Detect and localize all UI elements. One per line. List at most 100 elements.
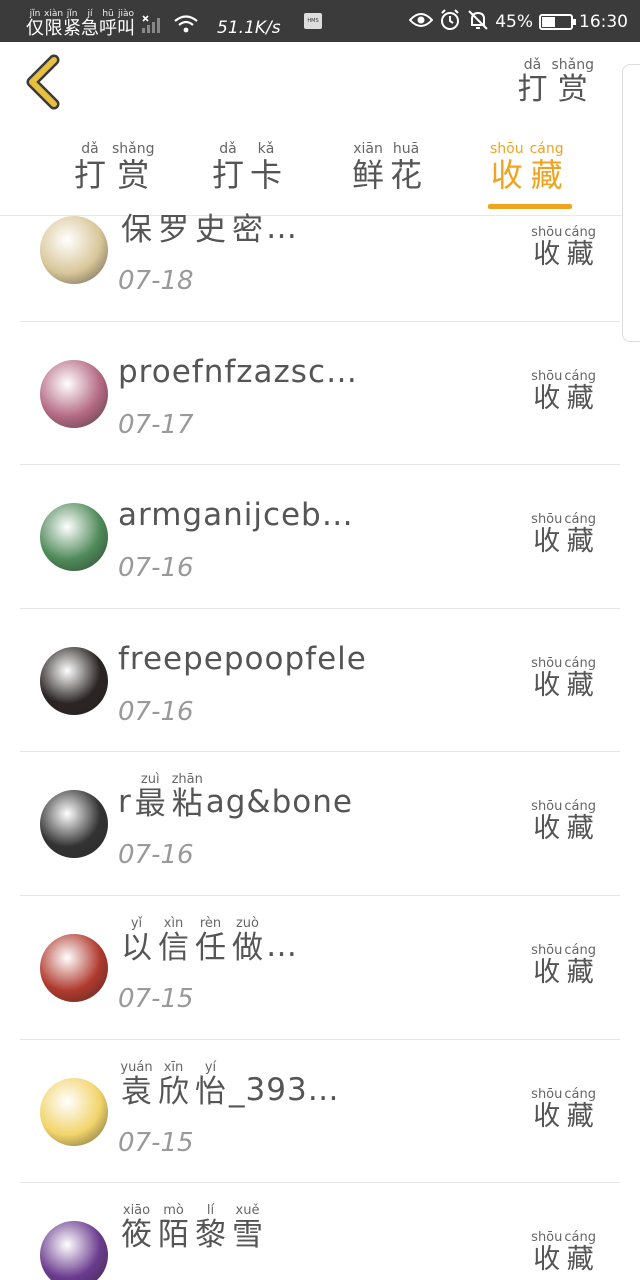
hanzi-label: 收 (533, 382, 561, 414)
list-item[interactable]: armganijceb… 07-16 shōu 收 cáng 藏 (0, 465, 640, 609)
name-text: _393… (229, 1071, 340, 1108)
hanzi-label: 保 (121, 212, 152, 248)
avatar[interactable] (40, 933, 108, 1002)
carrier-char: xiàn 限 (44, 10, 63, 38)
hanzi-label: 密 (232, 212, 263, 248)
chevron-left-icon (26, 54, 60, 110)
name-char: rèn 任 (192, 917, 229, 964)
status-char: shōu 收 (531, 226, 562, 268)
list-item[interactable]: freepepoopfele 07-16 shōu 收 cáng 藏 (0, 609, 640, 753)
name-char: 罗 (155, 199, 192, 246)
name-text: … (266, 927, 298, 964)
status-char: cáng 藏 (564, 226, 596, 268)
hanzi-label: 袁 (121, 1073, 152, 1110)
hanzi-label: 藏 (566, 669, 594, 701)
name-char: mò 陌 (155, 1204, 192, 1251)
hanzi-label: 紧 (63, 18, 82, 39)
name-text: r (118, 784, 132, 821)
header: dǎ 打 shǎng 赏 (0, 42, 640, 130)
hanzi-label: 急 (81, 18, 100, 39)
battery-icon (539, 14, 576, 30)
hanzi-label: 收 (533, 526, 561, 558)
user-name: proefnfzazsc… (118, 344, 358, 390)
clock: 16:30 (579, 12, 628, 32)
user-name: 保罗史密… (118, 200, 298, 246)
list-item[interactable]: proefnfzazsc… 07-17 shōu 收 cáng 藏 (0, 322, 640, 466)
list-item[interactable]: yuán 袁 xīn 欣 yí 怡 _393… 07-15 shōu 收 cáng 藏 (0, 1040, 640, 1184)
item-date: 07-16 (118, 696, 194, 727)
name-char: yí 怡 (192, 1061, 229, 1108)
item-date: 07-16 (118, 840, 194, 871)
avatar[interactable] (40, 646, 108, 715)
status-char: cáng 藏 (564, 1231, 596, 1273)
favorites-list: 保罗史密… 07-18 shōu 收 cáng 藏 proefnfzazsc… 07-17 sh… (0, 178, 640, 1280)
hanzi-label: 欣 (158, 1073, 189, 1110)
item-date: 07-18 (118, 266, 194, 296)
name-char: xuě 雪 (229, 1204, 266, 1251)
hanzi-label: 藏 (566, 813, 594, 845)
carrier-char: jǐn 紧 (63, 10, 81, 38)
hanzi-label: 收 (533, 669, 561, 701)
avatar[interactable] (40, 503, 108, 572)
name-char: 保 (118, 199, 155, 246)
list-item[interactable]: 保罗史密… 07-18 shōu 收 cáng 藏 (0, 178, 640, 322)
status-char: cáng 藏 (564, 1088, 596, 1130)
favorite-status: shōu 收 cáng 藏 (531, 944, 596, 986)
avatar[interactable] (40, 359, 108, 428)
list-item[interactable]: r zuì 最 zhān 粘 ag&bone 07-16 shōu 收 cáng 藏 (0, 752, 640, 896)
avatar[interactable] (40, 1221, 108, 1280)
list-item[interactable]: yǐ 以 xìn 信 rèn 任 zuò 做… 07-15 shōu 收 cáng 藏 (0, 896, 640, 1040)
user-name: r zuì 最 zhān 粘 ag&bone (118, 773, 353, 823)
favorite-status: shōu 收 cáng 藏 (531, 1088, 596, 1130)
mute-bell-icon (467, 9, 489, 36)
hanzi-label: 叫 (117, 18, 136, 39)
hanzi-label: 雪 (232, 1217, 263, 1254)
status-bar: jǐn 仅 xiàn 限 jǐn 紧 jí 急 hū 呼 jiào 叫 51.1K/s HMS 45%… (0, 0, 640, 42)
reward-button[interactable]: dǎ 打 shǎng 赏 (517, 58, 594, 105)
name-char: xīn 欣 (155, 1061, 192, 1108)
hanzi-label: 以 (121, 929, 152, 966)
status-char: shōu 收 (531, 944, 562, 986)
list-item[interactable]: xiāo 筱 mò 陌 lí 黎 xuě 雪 shōu 收 cáng 藏 (0, 1183, 640, 1280)
hanzi-label: 收 (533, 1244, 561, 1276)
hanzi-label: 限 (44, 18, 63, 39)
carrier-char: jí 急 (81, 10, 99, 38)
hanzi-label: 收 (533, 813, 561, 845)
item-date: 07-15 (118, 983, 194, 1014)
signal-icon (141, 14, 167, 38)
hanzi-label: 任 (195, 929, 226, 966)
name-char: xiāo 筱 (118, 1204, 155, 1251)
name-char: zuò 做 (229, 917, 266, 964)
hanzi-label: 藏 (566, 1244, 594, 1276)
favorite-status: shōu 收 cáng 藏 (531, 370, 596, 412)
name-char: 密 (229, 199, 266, 246)
carrier-char: jǐn 仅 (26, 10, 44, 38)
hanzi-label: 收 (533, 1100, 561, 1132)
battery-percent: 45% (495, 12, 533, 32)
favorite-status: shōu 收 cáng 藏 (531, 513, 596, 555)
hanzi-label: 罗 (158, 212, 189, 248)
hanzi-label: 陌 (158, 1217, 189, 1254)
name-char: yuán 袁 (118, 1061, 155, 1108)
status-char: shōu 收 (531, 1231, 562, 1273)
user-name: armganijceb… (118, 487, 354, 533)
avatar[interactable] (40, 790, 108, 859)
hanzi-label: 藏 (566, 956, 594, 988)
name-char: xìn 信 (155, 917, 192, 964)
name-char: yǐ 以 (118, 917, 155, 964)
status-char: cáng 藏 (564, 370, 596, 412)
hanzi-label: 史 (195, 212, 226, 248)
status-char: shōu 收 (531, 800, 562, 842)
favorite-status: shōu 收 cáng 藏 (531, 226, 596, 268)
user-name: yuán 袁 xīn 欣 yí 怡 _393… (118, 1061, 340, 1108)
hanzi-label: 做 (232, 929, 263, 966)
back-button[interactable] (22, 54, 66, 110)
avatar[interactable] (40, 1077, 108, 1146)
hanzi-label: 收 (533, 239, 561, 270)
carrier-label: jǐn 仅 xiàn 限 jǐn 紧 jí 急 hū 呼 jiào 叫 (26, 10, 135, 38)
name-text: … (266, 210, 298, 246)
hanzi-label: 信 (158, 929, 189, 966)
favorite-status: shōu 收 cáng 藏 (531, 657, 596, 699)
hanzi-label: 粘 (171, 786, 203, 823)
avatar[interactable] (40, 216, 108, 284)
